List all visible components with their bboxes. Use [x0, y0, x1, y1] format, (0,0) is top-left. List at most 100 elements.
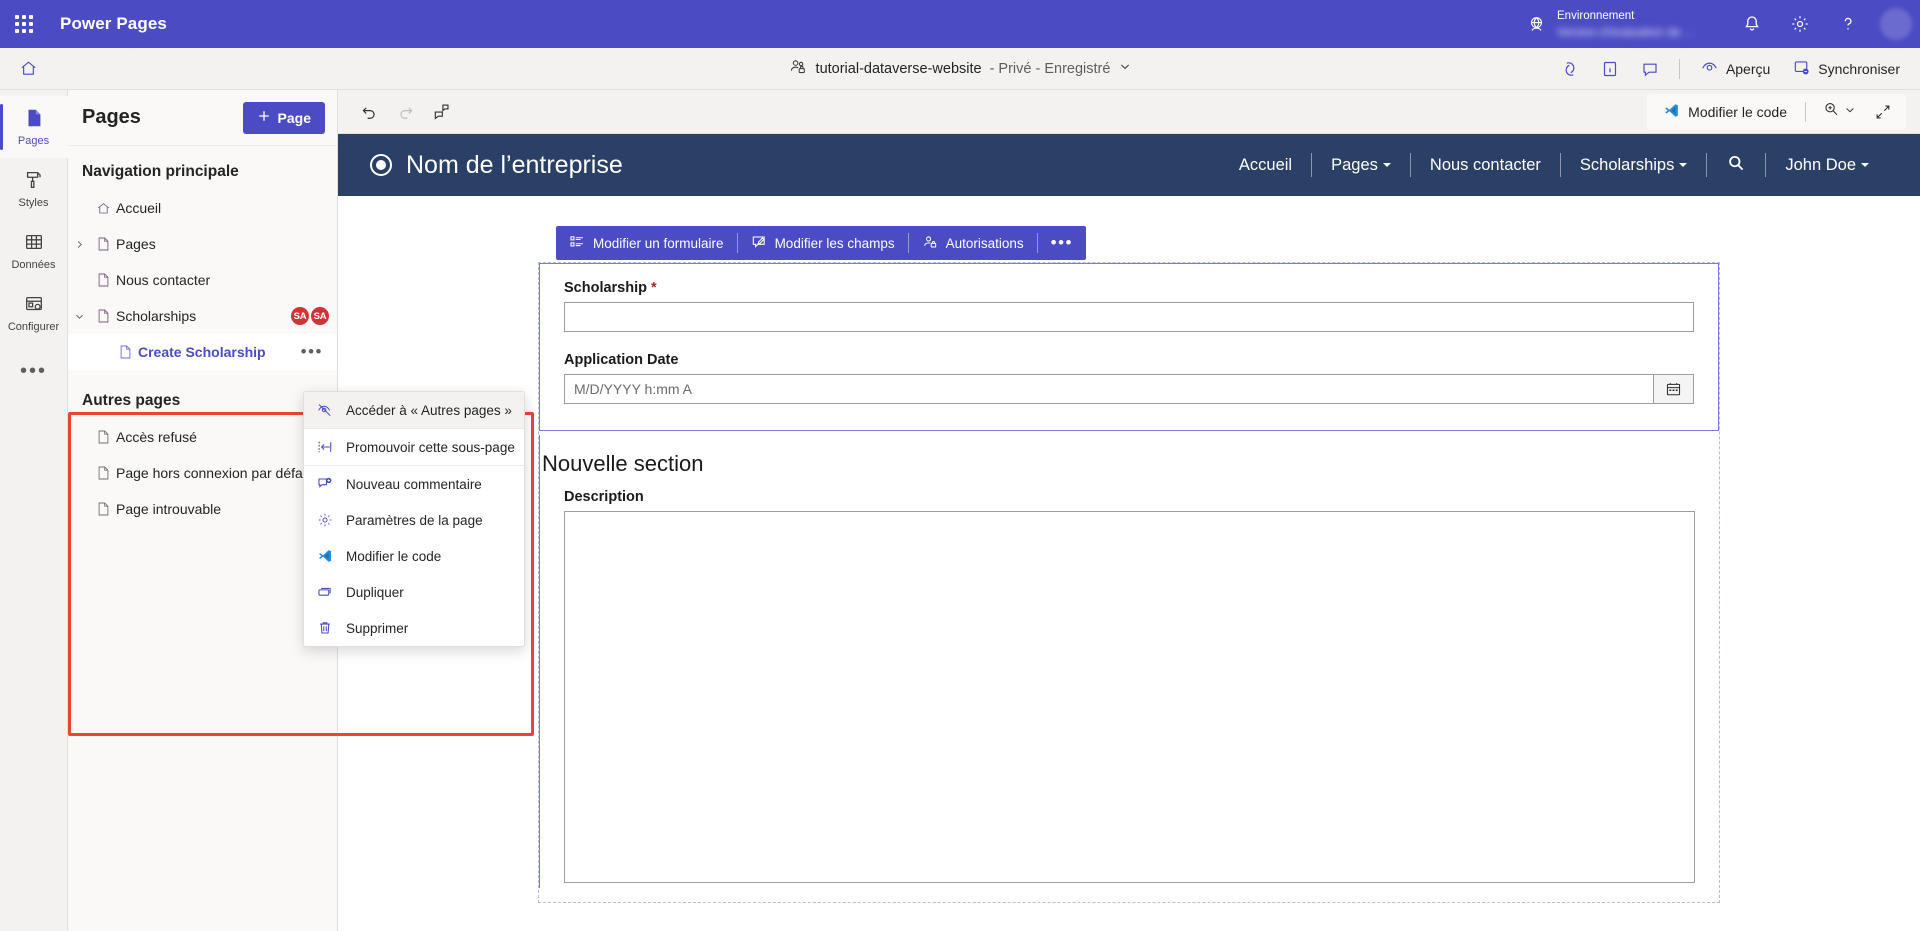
tree-item-page-introuvable[interactable]: Page introuvable [68, 491, 337, 527]
redo-icon[interactable] [388, 96, 422, 128]
calendar-icon [1665, 381, 1682, 398]
application-date-input[interactable] [564, 374, 1653, 404]
site-preview-body: Modifier un formulaire Modifier les cham… [338, 196, 1920, 903]
comment-add-icon [316, 476, 334, 492]
site-title-dropdown[interactable]: tutorial-dataverse-website - Privé - Enr… [789, 57, 1132, 80]
edit-code-button[interactable]: Modifier le code [1653, 96, 1797, 128]
permissions-button[interactable]: Autorisations [909, 226, 1037, 260]
canvas-toolbar: Modifier le code [338, 90, 1920, 134]
form-icon [569, 234, 585, 253]
comments-icon[interactable] [1631, 51, 1669, 87]
expand-icon[interactable] [1866, 96, 1900, 128]
chevron-down-icon[interactable] [68, 311, 90, 322]
site-nav-item-nous-contacter[interactable]: Nous contacter [1411, 156, 1560, 175]
table-icon [23, 231, 45, 256]
description-textarea[interactable] [564, 511, 1695, 883]
preview-button[interactable]: Aperçu [1690, 52, 1780, 86]
site-nav-item-user[interactable]: John Doe [1766, 156, 1888, 175]
environment-selector[interactable]: Environnement Version d'évaluation de ..… [1519, 9, 1722, 40]
tree-item-accueil[interactable]: Accueil [68, 190, 337, 226]
chevron-down-icon[interactable] [1118, 60, 1131, 77]
caret-down-icon [1383, 163, 1391, 167]
configure-icon [23, 293, 45, 318]
permissions-icon [922, 234, 938, 253]
ctx-page-settings[interactable]: Paramètres de la page [304, 502, 524, 538]
home-icon[interactable] [0, 59, 56, 78]
undo-icon[interactable] [352, 96, 386, 128]
ctx-move-to-other-pages[interactable]: Accéder à « Autres pages » [304, 392, 524, 428]
tree-item-scholarships[interactable]: Scholarships SA SA [68, 298, 337, 334]
command-bar-actions: Aperçu Synchroniser [1551, 51, 1920, 87]
permissions-label: Autorisations [946, 236, 1024, 251]
field-scholarship: Scholarship * [564, 280, 1694, 332]
ctx-label: Nouveau commentaire [346, 477, 482, 492]
app-shell: Pages Styles Données [0, 90, 1920, 931]
site-nav-item-accueil[interactable]: Accueil [1220, 156, 1311, 175]
edit-fields-label: Modifier les champs [775, 236, 895, 251]
gear-icon [316, 512, 334, 528]
site-nav-item-scholarships[interactable]: Scholarships [1561, 156, 1706, 175]
new-page-button[interactable]: Page [243, 102, 325, 134]
ctx-duplicate[interactable]: Dupliquer [304, 574, 524, 610]
rail-item-data[interactable]: Données [0, 220, 68, 282]
annotate-icon[interactable] [424, 96, 458, 128]
settings-gear-icon[interactable] [1776, 0, 1824, 48]
site-brand[interactable]: Nom de l’entreprise [370, 151, 623, 180]
rail-item-pages[interactable]: Pages [0, 96, 68, 158]
site-visibility: - Privé - Enregistré [990, 61, 1111, 77]
edit-fields-button[interactable]: Modifier les champs [738, 226, 908, 260]
canvas-column: Modifier le code [338, 90, 1920, 931]
row-more-button[interactable]: ••• [301, 342, 329, 362]
rail-more-button[interactable]: ••• [0, 344, 68, 398]
environment-label: Environnement [1557, 9, 1722, 23]
vscode-icon [316, 548, 334, 564]
main-nav-title: Navigation principale [68, 146, 337, 190]
file-icon [90, 308, 116, 324]
ctx-delete[interactable]: Supprimer [304, 610, 524, 646]
site-nav-search-button[interactable] [1707, 153, 1765, 178]
help-icon[interactable] [1824, 0, 1872, 48]
app-launcher-icon[interactable] [0, 0, 48, 48]
description-block: Description [540, 489, 1719, 888]
ctx-promote-subpage[interactable]: Promouvoir cette sous-page [304, 429, 524, 465]
rail-item-configure[interactable]: Configurer [0, 282, 68, 344]
site-nav-item-pages[interactable]: Pages [1312, 156, 1410, 175]
pages-panel-title: Pages [82, 106, 141, 129]
tree-item-acces-refuse[interactable]: Accès refusé [68, 419, 337, 455]
tree-item-page-hors-connexion[interactable]: Page hors connexion par défaut [68, 455, 337, 491]
scholarship-input[interactable] [564, 302, 1694, 332]
tree-label: Accueil [116, 200, 161, 216]
command-bar: tutorial-dataverse-website - Privé - Enr… [0, 48, 1920, 90]
file-icon [90, 501, 116, 517]
rail-label-styles: Styles [19, 197, 49, 209]
canvas-scroll-area[interactable]: Nom de l’entreprise Accueil Pages Nous c… [338, 134, 1920, 931]
ctx-label: Accéder à « Autres pages » [346, 403, 512, 418]
site-info-icon[interactable] [1591, 51, 1629, 87]
edit-form-button[interactable]: Modifier un formulaire [556, 226, 737, 260]
chevron-right-icon[interactable] [68, 239, 90, 250]
notifications-bell-icon[interactable] [1728, 0, 1776, 48]
brand-bar-right: Environnement Version d'évaluation de ..… [1519, 0, 1920, 48]
tree-item-nous-contacter[interactable]: Nous contacter [68, 262, 337, 298]
rail-item-styles[interactable]: Styles [0, 158, 68, 220]
calendar-picker-button[interactable] [1653, 374, 1694, 404]
field-label: Application Date [564, 352, 1694, 368]
file-icon [90, 236, 116, 252]
status-badge: SA [311, 307, 329, 325]
chevron-down-icon [1844, 103, 1856, 121]
form-toolbar-more-button[interactable]: ••• [1038, 233, 1086, 253]
new-section-block[interactable]: Nouvelle section Description [539, 435, 1719, 888]
ctx-edit-code[interactable]: Modifier le code [304, 538, 524, 574]
user-avatar[interactable] [1872, 0, 1920, 48]
status-badges: SA SA [291, 307, 329, 325]
tree-item-pages[interactable]: Pages [68, 226, 337, 262]
vscode-icon [1663, 102, 1680, 122]
globe-icon [1519, 15, 1553, 34]
zoom-control[interactable] [1814, 96, 1864, 128]
file-icon [90, 465, 116, 481]
tree-item-create-scholarship[interactable]: Create Scholarship ••• [68, 334, 337, 370]
themes-icon[interactable] [1551, 51, 1589, 87]
site-nav-label: John Doe [1785, 156, 1856, 174]
ctx-new-comment[interactable]: Nouveau commentaire [304, 466, 524, 502]
sync-button[interactable]: Synchroniser [1782, 52, 1910, 86]
